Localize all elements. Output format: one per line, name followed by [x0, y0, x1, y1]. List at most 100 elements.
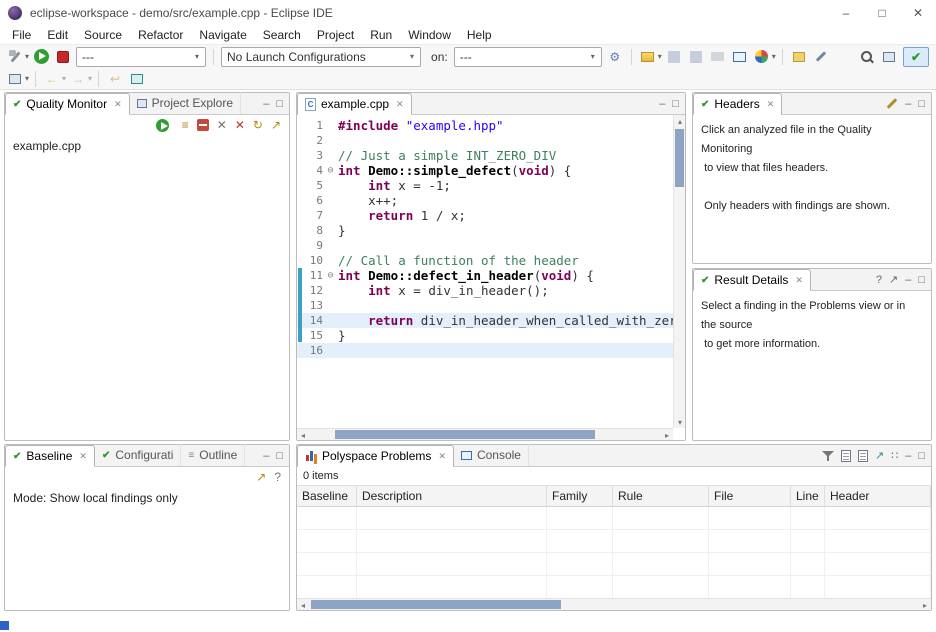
column-header-rule[interactable]: Rule [613, 486, 709, 506]
column-header-family[interactable]: Family [547, 486, 613, 506]
maximize-view-icon[interactable]: □ [276, 98, 283, 110]
open-external-icon[interactable]: ↗ [889, 273, 898, 286]
close-icon[interactable]: ✕ [79, 451, 87, 462]
back-button[interactable]: ← [43, 70, 61, 88]
code-line[interactable]: 15} [297, 328, 673, 343]
code-line[interactable]: 2 [297, 133, 673, 148]
maximize-view-icon[interactable]: □ [918, 274, 925, 286]
forward-button[interactable]: → [69, 70, 87, 88]
menu-run[interactable]: Run [362, 27, 400, 43]
open-perspective-button[interactable] [880, 48, 898, 66]
editor-vertical-scrollbar[interactable]: ▴ ▾ [673, 115, 685, 428]
filter-icon[interactable] [822, 450, 834, 462]
polyspace-perspective-button[interactable]: ✔ [903, 47, 929, 67]
maximize-view-icon[interactable]: □ [672, 98, 679, 110]
maximize-view-icon[interactable]: □ [918, 450, 925, 462]
code-line[interactable]: 9 [297, 238, 673, 253]
menu-edit[interactable]: Edit [39, 27, 76, 43]
code-line[interactable]: 1#include "example.hpp" [297, 118, 673, 133]
close-icon[interactable]: ✕ [114, 99, 122, 110]
save-all-button[interactable] [687, 48, 705, 66]
code-line[interactable]: 5 int x = -1; [297, 178, 673, 193]
scroll-right-icon[interactable]: ▸ [661, 429, 673, 441]
close-icon[interactable]: ✕ [438, 451, 446, 462]
column-header-header[interactable]: Header [825, 486, 931, 506]
code-line[interactable]: 7 return 1 / x; [297, 208, 673, 223]
scrollbar-thumb[interactable] [335, 430, 595, 439]
tab-console[interactable]: Console [454, 444, 529, 466]
minimize-view-icon[interactable]: – [905, 274, 911, 286]
run-analysis-button[interactable] [32, 48, 50, 66]
launch-target-combo[interactable]: --- ▾ [454, 47, 602, 67]
new-wizard-button[interactable] [639, 48, 657, 66]
console-button[interactable] [731, 48, 749, 66]
scrollbar-thumb[interactable] [311, 600, 561, 609]
run-history-button[interactable] [753, 48, 771, 66]
open-element-button[interactable] [790, 48, 808, 66]
tab-project-explorer[interactable]: Project Explore [130, 92, 241, 114]
launch-configuration-combo[interactable]: No Launch Configurations ▾ [221, 47, 421, 67]
code-editor[interactable]: 1#include "example.hpp"23// Just a simpl… [297, 115, 673, 428]
table-row[interactable] [297, 576, 931, 599]
tab-quality-monitor[interactable]: ✔ Quality Monitor ✕ [5, 93, 130, 115]
window-close-button[interactable]: ✕ [900, 0, 936, 26]
problems-horizontal-scrollbar[interactable]: ◂ ▸ [297, 598, 931, 610]
menu-search[interactable]: Search [255, 27, 309, 43]
group-by-icon[interactable] [841, 450, 851, 462]
stop-analysis-button[interactable] [54, 48, 72, 66]
scrollbar-thumb[interactable] [675, 129, 684, 187]
share-icon[interactable]: ↗ [875, 449, 884, 462]
back-dropdown-icon[interactable]: ▾ [62, 74, 66, 83]
menu-help[interactable]: Help [459, 27, 500, 43]
configure-analysis-icon[interactable] [6, 48, 24, 66]
minimize-view-icon[interactable]: – [905, 450, 911, 462]
column-header-description[interactable]: Description [357, 486, 547, 506]
scroll-up-icon[interactable]: ▴ [674, 115, 686, 127]
menu-source[interactable]: Source [76, 27, 130, 43]
column-header-file[interactable]: File [709, 486, 791, 506]
table-row[interactable] [297, 553, 931, 576]
menu-refactor[interactable]: Refactor [130, 27, 191, 43]
minimize-view-icon[interactable]: – [659, 98, 665, 110]
fold-marker-icon[interactable]: ⊖ [323, 268, 338, 283]
table-row[interactable] [297, 530, 931, 553]
new-view-button[interactable] [128, 70, 146, 88]
code-line[interactable]: 16 [297, 343, 673, 358]
delete-all-icon[interactable]: ✕ [235, 118, 245, 132]
minimize-view-icon[interactable]: – [905, 98, 911, 110]
help-icon[interactable]: ? [274, 470, 281, 484]
run-file-analysis-button[interactable] [154, 116, 172, 134]
menu-navigate[interactable]: Navigate [191, 27, 254, 43]
results-list-icon[interactable]: ≡ [182, 118, 189, 132]
save-button[interactable] [665, 48, 683, 66]
tab-example-cpp[interactable]: C example.cpp ✕ [297, 93, 412, 115]
code-line[interactable]: 11⊖int Demo::defect_in_header(void) { [297, 268, 673, 283]
target-settings-gear-icon[interactable]: ⚙ [606, 48, 624, 66]
code-line[interactable]: 10// Call a function of the header [297, 253, 673, 268]
column-header-line[interactable]: Line [791, 486, 825, 506]
run-history-dropdown-icon[interactable]: ▾ [772, 52, 776, 61]
editor-horizontal-scrollbar[interactable]: ◂ ▸ [297, 428, 673, 440]
last-edit-location-button[interactable]: ↩ [106, 70, 124, 88]
forward-dropdown-icon[interactable]: ▾ [88, 74, 92, 83]
minimize-view-icon[interactable]: – [263, 98, 269, 110]
close-icon[interactable]: ✕ [767, 99, 775, 110]
analysis-mode-combo[interactable]: --- ▾ [76, 47, 206, 67]
tab-result-details[interactable]: ✔ Result Details ✕ [693, 269, 811, 291]
tab-baseline[interactable]: ✔ Baseline ✕ [5, 445, 95, 467]
tab-headers[interactable]: ✔ Headers ✕ [693, 93, 782, 115]
scroll-left-icon[interactable]: ◂ [297, 599, 309, 611]
quality-monitor-file-item[interactable]: example.cpp [5, 135, 289, 157]
close-icon[interactable]: ✕ [795, 275, 803, 286]
menu-window[interactable]: Window [400, 27, 459, 43]
tab-outline[interactable]: ≡ Outline [181, 444, 245, 466]
fold-marker-icon[interactable]: ⊖ [323, 163, 338, 178]
columns-icon[interactable] [858, 450, 868, 462]
help-icon[interactable]: ? [876, 274, 882, 286]
column-header-baseline[interactable]: Baseline [297, 486, 357, 506]
search-button[interactable] [858, 48, 876, 66]
code-line[interactable]: 4⊖int Demo::simple_defect(void) { [297, 163, 673, 178]
window-maximize-button[interactable]: □ [864, 0, 900, 26]
view-menu-icon[interactable]: ∷ [891, 449, 898, 462]
tab-configuration[interactable]: ✔ Configurati [95, 444, 181, 466]
